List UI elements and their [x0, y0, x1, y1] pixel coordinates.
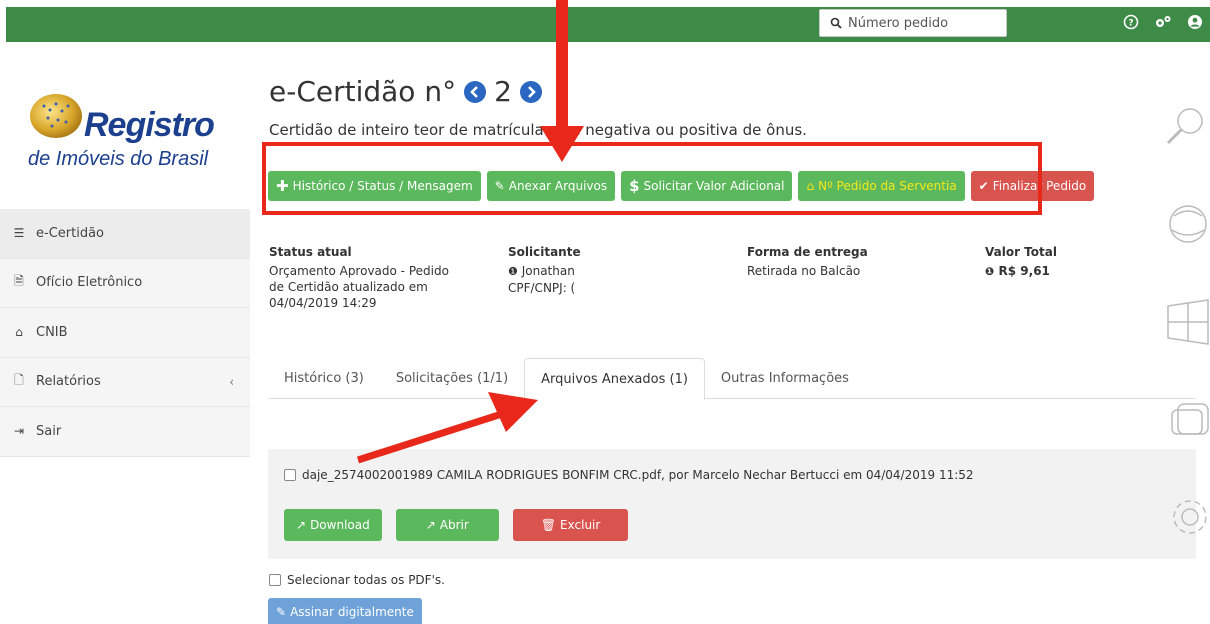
registro-logo: Registro de Imóveis do Brasil — [26, 82, 226, 192]
gear-outline-icon — [1173, 500, 1207, 534]
status-text-line: de Certidão atualizado em — [269, 280, 428, 294]
external-link-icon: ↗ — [296, 518, 307, 532]
sidebar-item-relatorios[interactable]: 🗋 Relatórios ‹ — [0, 358, 250, 407]
select-all-checkbox[interactable] — [269, 574, 281, 586]
sidebar-item-label: Sair — [36, 423, 62, 439]
status-text-line: 04/04/2019 14:29 — [269, 296, 377, 310]
open-button[interactable]: ↗ Abrir — [395, 509, 499, 541]
tab-arquivos-anexados[interactable]: Arquivos Anexados (1) — [524, 358, 705, 400]
sidebar-item-label: Relatórios — [36, 374, 101, 390]
file-row: daje_2574002001989 CAMILA RODRIGUES BONF… — [284, 468, 974, 482]
tab-outras-informacoes[interactable]: Outras Informações — [705, 358, 865, 399]
svg-text:?: ? — [1128, 19, 1133, 29]
info-circle-icon[interactable]: ❶ — [985, 265, 994, 278]
entrega-value: Retirada no Balcão — [747, 264, 861, 278]
previous-arrow-icon[interactable] — [464, 80, 487, 103]
download-button[interactable]: ↗ Download — [284, 509, 382, 541]
tab-solicitacoes[interactable]: Solicitações (1/1) — [380, 358, 524, 399]
entrega-header: Forma de entrega — [747, 245, 868, 259]
info-circle-icon[interactable]: ❶ — [508, 265, 518, 278]
edit-icon: ✎ — [276, 605, 287, 619]
button-label: Assinar digitalmente — [290, 605, 414, 619]
highlight-box — [262, 142, 1042, 215]
settings-icon[interactable] — [1152, 11, 1174, 33]
certidao-number: 2 — [494, 75, 512, 108]
trash-icon: 🗑 — [540, 518, 557, 532]
globe-outline-icon — [1169, 205, 1207, 243]
page-title: e-Certidão n° 2 — [269, 75, 542, 108]
external-link-icon: ↗ — [425, 518, 436, 532]
button-label: Download — [310, 518, 370, 532]
sidebar-item-oficio-eletronico[interactable]: 🗎 Ofício Eletrônico — [0, 259, 250, 308]
valor-header: Valor Total — [985, 245, 1057, 259]
file-description: daje_2574002001989 CAMILA RODRIGUES BONF… — [302, 468, 974, 482]
sidebar-item-cnib[interactable]: ⌂ CNIB — [0, 308, 250, 358]
windows-outline-icon — [1167, 299, 1209, 345]
sidebar-item-label: e-Certidão — [36, 225, 104, 241]
search-icon — [830, 17, 842, 29]
valor-value: R$ 9,61 — [998, 264, 1050, 278]
sign-digitally-button[interactable]: ✎ Assinar digitalmente — [268, 598, 422, 624]
document-icon: 🗎 — [14, 274, 24, 289]
order-search-input[interactable]: Número pedido — [819, 9, 1007, 37]
solicitante-header: Solicitante — [508, 245, 581, 259]
file-icon: 🗋 — [14, 373, 24, 388]
file-checkbox[interactable] — [284, 469, 296, 481]
select-all-label: Selecionar todas os PDF's. — [287, 573, 445, 587]
top-icons: ? — [1120, 11, 1206, 33]
search-placeholder: Número pedido — [848, 15, 949, 31]
next-arrow-icon[interactable] — [519, 80, 542, 103]
status-text-line: Orçamento Aprovado - Pedido — [269, 264, 449, 278]
page-subtitle: Certidão de inteiro teor de matrícula co… — [269, 121, 807, 139]
valor-info: Valor Total ❶ R$ 9,61 — [985, 244, 1105, 280]
sidebar-item-e-certidao[interactable]: ☰ e-Certidão — [0, 209, 250, 259]
sidebar-item-sair[interactable]: ⇥ Sair — [0, 407, 250, 457]
list-icon: ☰ — [13, 226, 25, 241]
chevron-left-icon: ‹ — [229, 374, 234, 389]
tab-historico[interactable]: Histórico (3) — [268, 358, 380, 399]
sidebar: ☰ e-Certidão 🗎 Ofício Eletrônico ⌂ CNIB … — [0, 209, 250, 457]
status-header: Status atual — [269, 245, 352, 259]
home-icon: ⌂ — [15, 325, 23, 340]
page-title-text: e-Certidão n° — [269, 75, 457, 108]
sign-out-icon: ⇥ — [13, 424, 25, 439]
select-all-row: Selecionar todas os PDF's. — [269, 573, 445, 587]
logo-title: Registro — [84, 106, 215, 144]
user-icon[interactable] — [1184, 11, 1206, 33]
solicitante-name: Jonathan — [521, 264, 575, 278]
magnifier-outline-icon — [1166, 108, 1203, 145]
button-label: Abrir — [439, 518, 469, 532]
tab-bar: Histórico (3) Solicitações (1/1) Arquivo… — [268, 358, 1196, 400]
sidebar-item-label: Ofício Eletrônico — [36, 275, 143, 291]
logo-subtitle: de Imóveis do Brasil — [28, 148, 209, 170]
help-icon[interactable]: ? — [1120, 11, 1142, 33]
devices-outline-icon — [1171, 403, 1209, 435]
delete-button[interactable]: 🗑 Excluir — [512, 509, 629, 541]
page: Número pedido ? Registro de Imóveis do B… — [0, 0, 1210, 624]
file-actions: ↗ Download ↗ Abrir 🗑 Excluir — [284, 509, 629, 541]
attached-file-panel: daje_2574002001989 CAMILA RODRIGUES BONF… — [268, 449, 1196, 559]
sidebar-item-label: CNIB — [36, 324, 68, 340]
button-label: Excluir — [560, 518, 601, 532]
solicitante-doc: CPF/CNPJ: ( — [508, 281, 576, 295]
solicitante-info: Solicitante ❶ Jonathan CPF/CNPJ: ( — [508, 244, 608, 296]
entrega-info: Forma de entrega Retirada no Balcão — [747, 244, 947, 279]
status-info: Status atual Orçamento Aprovado - Pedido… — [269, 244, 469, 311]
top-bar — [6, 7, 1210, 42]
